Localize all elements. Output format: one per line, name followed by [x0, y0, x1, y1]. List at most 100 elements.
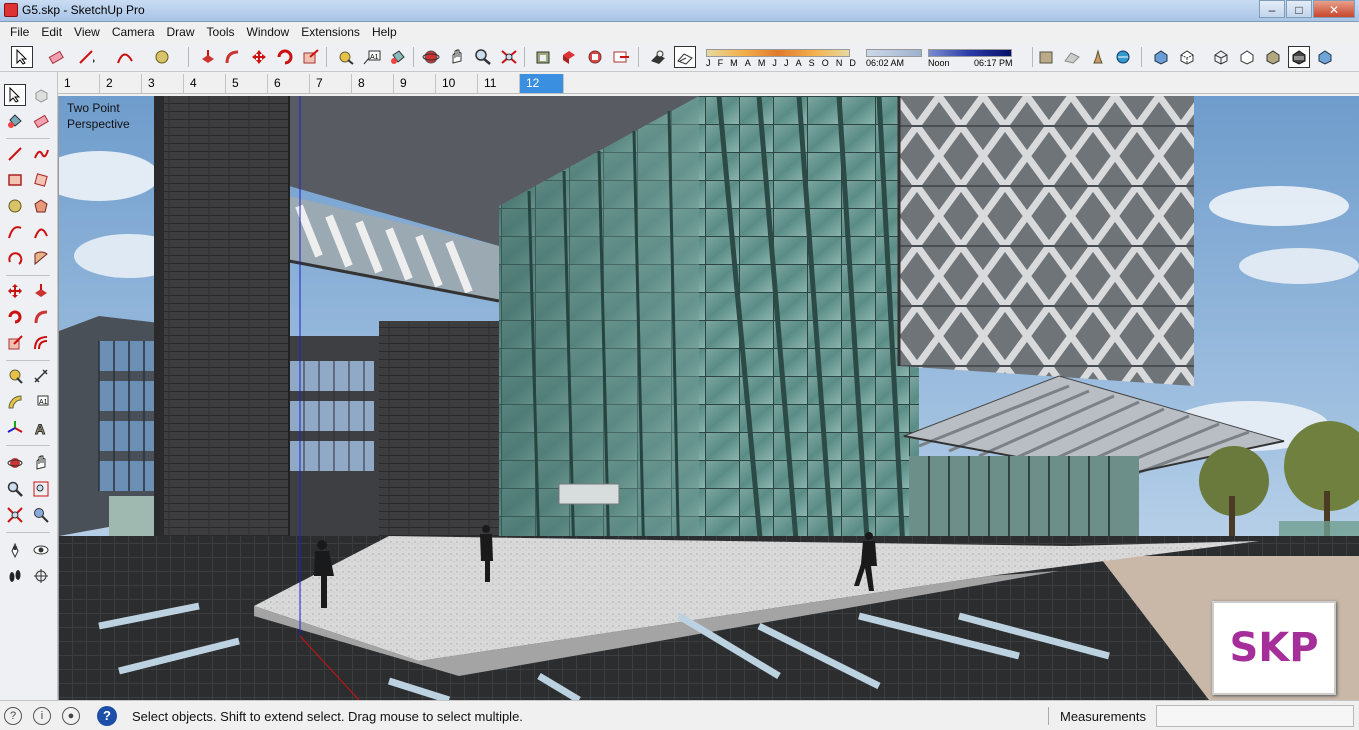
credits-icon[interactable]: i	[33, 707, 51, 725]
tape-measure-tool-icon[interactable]	[335, 46, 357, 68]
scene-tab-active[interactable]: 12	[520, 74, 564, 93]
push-pull-icon[interactable]	[30, 280, 52, 302]
scene-tab[interactable]: 1	[58, 74, 100, 93]
line-tool-icon[interactable]	[76, 46, 98, 68]
follow-me-tool-icon[interactable]	[222, 46, 244, 68]
look-around-icon[interactable]	[30, 539, 52, 561]
zoom-icon[interactable]	[4, 478, 26, 500]
follow-me-icon[interactable]	[30, 306, 52, 328]
menu-file[interactable]: File	[4, 25, 35, 39]
select-tool-icon[interactable]	[11, 46, 33, 68]
dimension-icon[interactable]	[30, 365, 52, 387]
back-edges-style-icon[interactable]	[1176, 46, 1198, 68]
maximize-button[interactable]: □	[1286, 0, 1312, 18]
shadow-time-slider-afternoon[interactable]	[928, 49, 1012, 57]
paint-bucket-icon[interactable]	[4, 110, 26, 132]
zoom-extents-icon[interactable]	[4, 504, 26, 526]
pan-tool-icon[interactable]	[447, 46, 469, 68]
sketchup-app-icon[interactable]	[4, 3, 18, 17]
pie-icon[interactable]	[30, 247, 52, 269]
three-point-arc-icon[interactable]	[4, 247, 26, 269]
rotated-rectangle-icon[interactable]	[30, 169, 52, 191]
scene-tab[interactable]: 2	[100, 74, 142, 93]
3d-warehouse-icon[interactable]	[532, 46, 554, 68]
rotate-tool-icon[interactable]	[274, 46, 296, 68]
scene-tab[interactable]: 7	[310, 74, 352, 93]
geo-location-icon[interactable]: ?	[4, 707, 22, 725]
menu-camera[interactable]: Camera	[106, 25, 161, 39]
section-plane-icon[interactable]	[30, 565, 52, 587]
photo-textures-icon[interactable]	[1112, 46, 1134, 68]
line-icon[interactable]	[4, 143, 26, 165]
menu-draw[interactable]: Draw	[161, 25, 201, 39]
wireframe-style-icon[interactable]	[1210, 46, 1232, 68]
text-tool-icon[interactable]: A1	[361, 46, 383, 68]
scene-tab[interactable]: 11	[478, 74, 520, 93]
scale-tool-icon[interactable]	[300, 46, 322, 68]
xray-style-icon[interactable]	[1150, 46, 1172, 68]
zoom-extents-tool-icon[interactable]	[498, 46, 520, 68]
offset-icon[interactable]	[30, 332, 52, 354]
scene-tab[interactable]: 10	[436, 74, 478, 93]
eraser-icon[interactable]	[30, 110, 52, 132]
close-button[interactable]: ✕	[1313, 0, 1355, 18]
user-account-icon[interactable]: ●	[62, 707, 80, 725]
protractor-icon[interactable]	[4, 391, 26, 413]
make-component-icon[interactable]	[30, 84, 52, 106]
extension-warehouse-icon[interactable]	[584, 46, 606, 68]
preview-model-in-google-earth-icon[interactable]	[1087, 46, 1109, 68]
scene-tab[interactable]: 3	[142, 74, 184, 93]
push-pull-tool-icon[interactable]	[197, 46, 219, 68]
menu-extensions[interactable]: Extensions	[295, 25, 366, 39]
monochrome-style-icon[interactable]	[1314, 46, 1336, 68]
hidden-line-style-icon[interactable]	[1236, 46, 1258, 68]
walk-icon[interactable]	[4, 565, 26, 587]
send-to-layout-icon[interactable]	[610, 46, 632, 68]
move-icon[interactable]	[4, 280, 26, 302]
pan-icon[interactable]	[30, 452, 52, 474]
scene-tab[interactable]: 4	[184, 74, 226, 93]
model-viewport[interactable]: Two Point Perspective SKP	[58, 96, 1359, 700]
menu-help[interactable]: Help	[366, 25, 403, 39]
shaded-style-icon[interactable]	[1262, 46, 1284, 68]
shadow-time-slider-morning[interactable]	[866, 49, 922, 57]
rotate-icon[interactable]	[4, 306, 26, 328]
menu-tools[interactable]: Tools	[201, 25, 241, 39]
scene-tab[interactable]: 9	[394, 74, 436, 93]
scene-tab[interactable]: 8	[352, 74, 394, 93]
toggle-terrain-icon[interactable]	[1061, 46, 1083, 68]
shadow-date-slider[interactable]	[706, 49, 850, 57]
components-icon[interactable]	[558, 46, 580, 68]
text-icon[interactable]: A1	[30, 391, 52, 413]
paint-bucket-tool-icon[interactable]	[387, 46, 409, 68]
orbit-tool-icon[interactable]	[420, 46, 442, 68]
menu-edit[interactable]: Edit	[35, 25, 68, 39]
rectangle-icon[interactable]	[4, 169, 26, 191]
zoom-tool-icon[interactable]	[472, 46, 494, 68]
3d-text-icon[interactable]: A	[30, 417, 52, 439]
axes-icon[interactable]	[4, 417, 26, 439]
circle-icon[interactable]	[4, 195, 26, 217]
tape-measure-icon[interactable]	[4, 365, 26, 387]
freehand-icon[interactable]	[30, 143, 52, 165]
previous-view-icon[interactable]	[30, 504, 52, 526]
scale-icon[interactable]	[4, 332, 26, 354]
minimize-button[interactable]: ‒	[1259, 0, 1285, 18]
arc-icon[interactable]	[4, 221, 26, 243]
shadow-settings-icon[interactable]	[674, 46, 696, 68]
add-location-icon[interactable]	[1035, 46, 1057, 68]
position-camera-icon[interactable]	[4, 539, 26, 561]
arc-tool-icon[interactable]	[114, 46, 136, 68]
scene-tab[interactable]: 6	[268, 74, 310, 93]
menu-view[interactable]: View	[68, 25, 106, 39]
shadows-toggle-icon[interactable]	[647, 46, 669, 68]
zoom-window-icon[interactable]	[30, 478, 52, 500]
two-point-arc-icon[interactable]	[30, 221, 52, 243]
move-tool-icon[interactable]	[248, 46, 270, 68]
measurements-input[interactable]	[1156, 705, 1354, 727]
polygon-icon[interactable]	[30, 195, 52, 217]
menu-window[interactable]: Window	[241, 25, 296, 39]
circle-tool-icon[interactable]	[152, 46, 174, 68]
shaded-with-textures-style-icon[interactable]	[1288, 46, 1310, 68]
eraser-tool-icon[interactable]	[45, 46, 67, 68]
